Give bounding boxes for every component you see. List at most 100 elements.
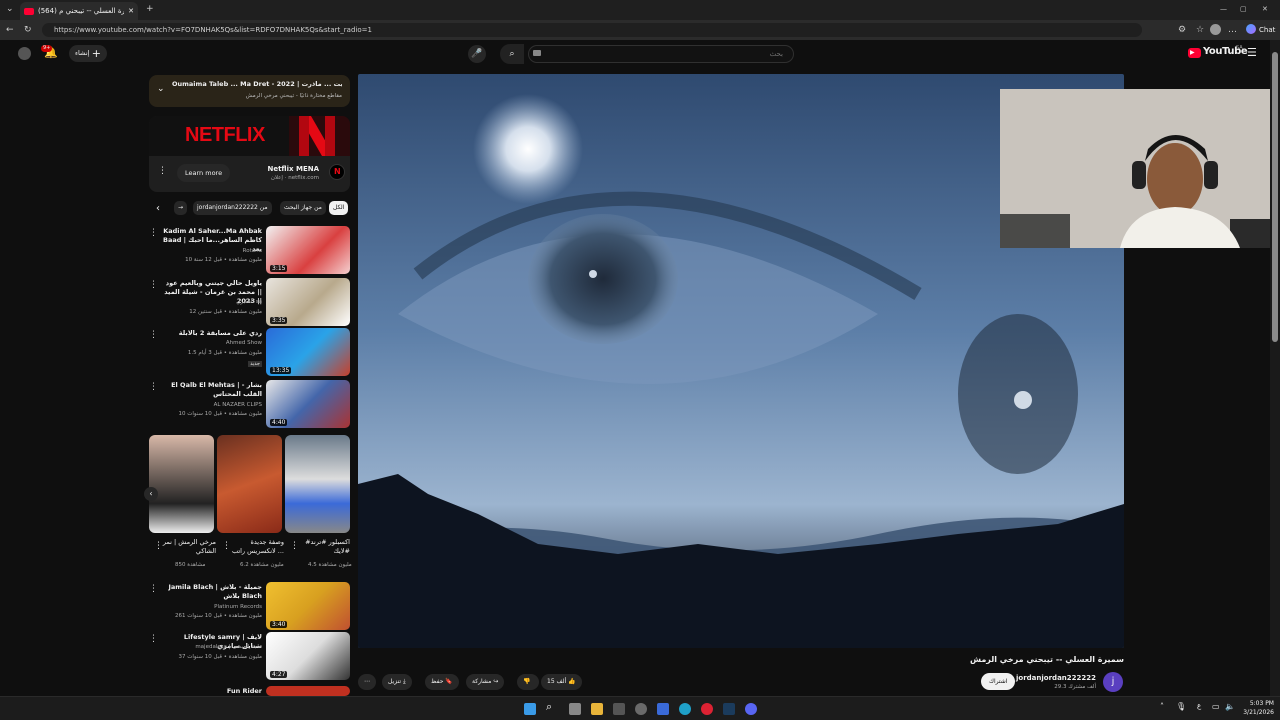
short-thumbnail[interactable] [285, 435, 350, 533]
list-item[interactable]: ⋮ 4:27 Lifestyle samry | لايف ستايل سامر… [149, 632, 350, 680]
list-item[interactable]: ⋮ 3:35 ياويل حالي جيتني وبالعيم عود || م… [149, 278, 350, 326]
channel-name[interactable]: Platinum Records [214, 604, 262, 610]
account-avatar[interactable] [18, 47, 31, 60]
reload-icon[interactable]: ↻ [24, 24, 32, 36]
volume-icon[interactable]: 🔈 [1225, 702, 1235, 711]
hamburger-menu-icon[interactable]: ☰ [1247, 46, 1257, 59]
input-language[interactable]: ع [1197, 702, 1201, 710]
short-thumbnail[interactable] [149, 435, 214, 533]
video-title[interactable]: ردي على مسابقة 2 بالابلة [162, 329, 262, 338]
taskbar-search-icon[interactable]: ⌕ [546, 700, 552, 714]
voice-search-button[interactable]: 🎤 [468, 45, 486, 63]
tray-mic-icon[interactable]: 🎙 [1176, 702, 1186, 711]
list-item[interactable]: ⋮ 4:40 El Qalb El Mehtas | بشار - القلب … [149, 380, 350, 428]
video-menu-dots-icon[interactable]: ⋮ [149, 584, 158, 594]
video-thumbnail[interactable] [266, 686, 350, 696]
subscribe-button[interactable]: اشتراك [981, 673, 1016, 690]
dislike-button[interactable]: 👎 [517, 674, 539, 690]
more-actions-button[interactable]: ⋯ [358, 674, 376, 690]
video-menu-dots-icon[interactable]: ⋮ [149, 280, 158, 290]
short-thumbnail[interactable] [217, 435, 282, 533]
video-menu-dots-icon[interactable]: ⋮ [149, 382, 158, 392]
create-button[interactable]: إنشاء + [69, 45, 107, 62]
chip-next-arrow[interactable]: → [174, 201, 188, 215]
video-thumbnail[interactable]: 3:35 [266, 278, 350, 326]
video-channel-name[interactable]: jordanjordan222222 [1016, 674, 1096, 682]
mail-icon[interactable] [657, 703, 669, 715]
tab-menu-icon[interactable]: ⌄ [6, 3, 14, 15]
like-button[interactable]: 15 ألف 👍 [541, 674, 582, 690]
video-thumbnail[interactable]: 3:40 [266, 582, 350, 630]
search-input[interactable] [528, 45, 794, 63]
steam-icon[interactable] [723, 703, 735, 715]
chevron-down-icon[interactable]: ⌄ [157, 84, 165, 94]
window-close-icon[interactable]: ✕ [1262, 3, 1268, 15]
ad-card[interactable]: NETFLIX ⋮ Learn more N Netflix MENA إعلا… [149, 116, 350, 192]
scrollbar-thumb[interactable] [1272, 52, 1278, 342]
keyboard-icon[interactable] [533, 50, 541, 56]
chip-related[interactable]: من جهاز البحث [280, 201, 326, 215]
task-view-icon[interactable] [569, 703, 581, 715]
video-title[interactable]: Jamila Blach | جميلة - بلاش بلاش Blach [162, 583, 262, 601]
discord-icon[interactable] [745, 703, 757, 715]
video-thumbnail[interactable]: 4:40 [266, 380, 350, 428]
chrome-icon[interactable] [701, 703, 713, 715]
chip-all[interactable]: الكل [329, 201, 349, 215]
copilot-icon[interactable] [1246, 24, 1256, 34]
video-menu-dots-icon[interactable]: ⋮ [149, 634, 158, 644]
steam-like-icon[interactable] [635, 703, 647, 715]
channel-name[interactable]: AL NAZAER CLIPS [214, 402, 262, 408]
video-title[interactable]: Fun Rider [162, 687, 262, 696]
video-thumbnail[interactable]: 13:35 [266, 328, 350, 376]
channel-name[interactable]: Ahmed Show [226, 340, 262, 346]
clock-time[interactable]: 5:03 PM [1246, 700, 1274, 707]
video-menu-dots-icon[interactable]: ⋮ [149, 228, 158, 238]
list-item[interactable]: ⋮ 3:40 Jamila Blach | جميلة - بلاش بلاش … [149, 582, 350, 630]
address-bar[interactable]: https://www.youtube.com/watch?v=FO7DNHAK… [42, 23, 1142, 37]
file-explorer-icon[interactable] [591, 703, 603, 715]
profile-avatar[interactable] [1210, 24, 1221, 35]
ad-menu-dots-icon[interactable]: ⋮ [158, 166, 167, 176]
playlist-panel[interactable]: ⌄ Oumaima Taleb ... Ma Dret - 2022 | فال… [149, 75, 350, 107]
chat-label[interactable]: Chat [1259, 24, 1275, 36]
minimize-icon[interactable]: — [1220, 3, 1227, 15]
maximize-icon[interactable]: ▢ [1240, 3, 1247, 15]
short-title[interactable]: وصفة جديدة لانكسريس راتب ... [228, 538, 284, 556]
page-scrollbar[interactable] [1270, 40, 1280, 696]
clock-date[interactable]: 3/21/2026 [1242, 709, 1274, 716]
extensions-icon[interactable]: ⚙ [1178, 24, 1186, 36]
video-menu-dots-icon[interactable]: ⋮ [149, 330, 158, 340]
browser-tab[interactable]: (564) سميرة العسلي -- تيبحني م... ✕ [20, 2, 138, 20]
more-icon[interactable]: … [1228, 24, 1237, 36]
save-button[interactable]: حفظ 🔖 [425, 674, 459, 690]
chip-channel[interactable]: jordanjordan222222 من [193, 201, 272, 215]
store-icon[interactable] [613, 703, 625, 715]
channel-name[interactable]: majedalesa | ماجد العيسى [195, 644, 262, 650]
video-thumbnail[interactable]: 3:15 [266, 226, 350, 274]
tray-chevron-up-icon[interactable]: ˄ [1160, 702, 1164, 711]
learn-more-button[interactable]: Learn more [177, 164, 231, 182]
shorts-prev-button[interactable]: ‹ [144, 487, 158, 501]
download-button[interactable]: تنزيل ⤓ [382, 674, 412, 690]
channel-avatar[interactable]: j [1103, 672, 1123, 692]
short-title[interactable]: مرخي الرمش | نمر الشاكي [160, 538, 216, 556]
edge-browser-icon[interactable] [679, 703, 691, 715]
chips-prev-chevron-icon[interactable]: ‹ [156, 203, 160, 214]
short-title[interactable]: #اكسبلور #ترند #لايك [294, 538, 350, 556]
tab-close-icon[interactable]: ✕ [128, 7, 134, 15]
list-item[interactable]: ⋮ 13:35 ردي على مسابقة 2 بالابلة Ahmed S… [149, 328, 350, 376]
video-title[interactable]: El Qalb El Mehtas | بشار - القلب المحتاس [162, 381, 262, 399]
network-icon[interactable]: ▭ [1212, 702, 1220, 711]
list-item[interactable]: ⋮ 3:15 Kadim Al Saher...Ma Ahbak Baad | … [149, 226, 350, 274]
start-windows-icon[interactable] [524, 703, 536, 715]
ad-banner[interactable]: NETFLIX [149, 116, 350, 156]
back-icon[interactable]: ← [6, 24, 14, 36]
list-item[interactable]: Fun Rider [149, 686, 350, 696]
share-button[interactable]: مشاركة ↪ [466, 674, 505, 690]
channel-name[interactable]: العكبري sa [236, 299, 262, 305]
favorites-icon[interactable]: ☆ [1196, 24, 1204, 36]
video-thumbnail[interactable]: 4:27 [266, 632, 350, 680]
new-tab-icon[interactable]: + [146, 3, 154, 15]
search-button[interactable]: ⌕ [500, 44, 524, 64]
channel-name[interactable]: Rotana [243, 248, 262, 254]
